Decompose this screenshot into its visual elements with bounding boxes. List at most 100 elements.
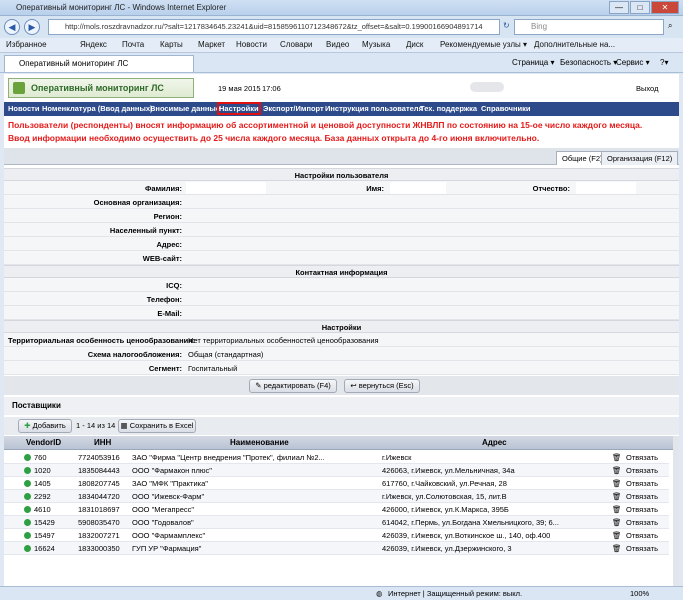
fav-mail[interactable]: Почта [122, 40, 144, 49]
unlink-button[interactable]: Отвязать [626, 492, 666, 501]
patronymic-field[interactable] [576, 182, 636, 194]
current-date: 19 мая 2015 [218, 84, 261, 93]
col-name[interactable]: Наименование [230, 438, 289, 447]
table-row[interactable]: 16624 1833000350 ГУП УР "Фармация" 426039, … [4, 542, 669, 555]
help-menu[interactable]: ?▾ [660, 58, 668, 67]
page-menu[interactable]: Страница ▾ [512, 58, 555, 67]
fav-addons[interactable]: Дополнительные на... [534, 40, 615, 49]
vendor-id: 15429 [34, 518, 55, 527]
lastname-field[interactable] [186, 182, 266, 194]
forward-arrow-icon[interactable]: ▶ [24, 19, 40, 35]
section-contact: Контактная информация [4, 265, 679, 278]
minimize-button[interactable]: — [609, 1, 629, 14]
trash-icon[interactable]: 🗑 [612, 544, 620, 553]
unlink-button[interactable]: Отвязать [626, 466, 666, 475]
unlink-button[interactable]: Отвязать [626, 453, 666, 462]
edit-button[interactable]: ✎ редактировать (F4) [249, 379, 337, 393]
vendor-id: 1405 [34, 479, 51, 488]
menu-references[interactable]: Справочники [481, 104, 530, 113]
close-button[interactable]: ✕ [651, 1, 679, 14]
status-dot-icon [24, 519, 31, 526]
trash-icon[interactable]: 🗑 [612, 505, 620, 514]
back-arrow-icon[interactable]: ◀ [4, 19, 20, 35]
fav-suggested-sites[interactable]: Рекомендуемые узлы ▾ [440, 40, 527, 49]
exit-link[interactable]: Выход [636, 84, 658, 93]
favorites-button[interactable]: Избранное [6, 40, 47, 49]
inn-value: 7724053916 [78, 453, 120, 462]
back-button[interactable]: ↩ вернуться (Esc) [344, 379, 420, 393]
current-time: 17:06 [262, 84, 281, 93]
col-vendorid[interactable]: VendorID [26, 438, 61, 447]
menu-nomenclature[interactable]: Номенклатура (Ввод данных) [42, 104, 153, 113]
fav-market[interactable]: Маркет [198, 40, 225, 49]
table-row[interactable]: 1020 1835084443 ООО "Фармакон плюс" 426063,… [4, 464, 669, 477]
url-input[interactable]: http://mols.roszdravnadzor.ru/?salt=1217… [48, 19, 500, 35]
supplier-address: г.Ижевск [382, 453, 412, 462]
favorites-bar: Избранное Яндекс Почта Карты Маркет Ново… [0, 38, 683, 53]
fav-disk[interactable]: Диск [406, 40, 423, 49]
trash-icon[interactable]: 🗑 [612, 518, 620, 527]
menu-support[interactable]: Тех. поддержка [420, 104, 477, 113]
supplier-address: 426063, г.Ижевск, ул.Мельничная, 34а [382, 466, 515, 475]
maximize-button[interactable]: □ [630, 1, 650, 14]
trash-icon[interactable]: 🗑 [612, 479, 620, 488]
fav-music[interactable]: Музыка [362, 40, 390, 49]
unlink-button[interactable]: Отвязать [626, 544, 666, 553]
section-settings: Настройки [4, 320, 679, 333]
col-address[interactable]: Адрес [482, 438, 507, 447]
vendor-id: 2292 [34, 492, 51, 501]
tab-organization[interactable]: Организация (F12) [601, 151, 679, 165]
browser-tab[interactable]: Оперативный мониторинг ЛС [4, 55, 194, 72]
supplier-address: г.Ижевск, ул.Солютовская, 15, лит.В [382, 492, 507, 501]
export-excel-button[interactable]: ▦ Сохранить в Excel [118, 419, 196, 433]
unlink-button[interactable]: Отвязать [626, 479, 666, 488]
territorial-value: Нет территориальных особенностей ценообр… [188, 336, 379, 345]
menu-user-guide[interactable]: Инструкция пользователя [325, 104, 423, 113]
tab-strip: Оперативный мониторинг ЛС Страница ▾ Без… [0, 53, 683, 73]
trash-icon[interactable]: 🗑 [612, 492, 620, 501]
table-row[interactable]: 4610 1831018697 ООО "Мегапресс" 426000, г.И… [4, 503, 669, 516]
trash-icon[interactable]: 🗑 [612, 453, 620, 462]
zoom-level[interactable]: 100% [630, 589, 649, 598]
inn-value: 1835084443 [78, 466, 120, 475]
unlink-button[interactable]: Отвязать [626, 531, 666, 540]
menu-settings[interactable]: Настройки [217, 102, 261, 115]
suppliers-toolbar: ✚ Добавить 1 - 14 из 14 ▦ Сохранить в Ex… [4, 417, 679, 435]
menu-entered-data[interactable]: Вносимые данные [150, 104, 220, 113]
table-row[interactable]: 15497 1832007271 ООО "Фармамплекс" 426039, … [4, 529, 669, 542]
grid-scrollbar[interactable] [673, 436, 679, 586]
add-supplier-button[interactable]: ✚ Добавить [18, 419, 72, 433]
fav-dictionaries[interactable]: Словари [280, 40, 313, 49]
menu-export-import[interactable]: Экспорт/Импорт [263, 104, 324, 113]
unlink-button[interactable]: Отвязать [626, 518, 666, 527]
unlink-button[interactable]: Отвязать [626, 505, 666, 514]
fav-yandex[interactable]: Яндекс [80, 40, 107, 49]
window-title: Оперативный мониторинг ЛС - Windows Inte… [16, 3, 227, 12]
fav-video[interactable]: Видео [326, 40, 349, 49]
fav-news[interactable]: Новости [236, 40, 267, 49]
lastname-label: Фамилия: [145, 184, 182, 193]
menu-news[interactable]: Новости [8, 104, 39, 113]
trash-icon[interactable]: 🗑 [612, 466, 620, 475]
refresh-icon[interactable]: ↻ [503, 21, 510, 30]
security-menu[interactable]: Безопасность ▾ [560, 58, 617, 67]
status-dot-icon [24, 545, 31, 552]
fav-maps[interactable]: Карты [160, 40, 183, 49]
table-row[interactable]: 15429 5908035470 ООО "Годовалов" 614042, г.… [4, 516, 669, 529]
supplier-name: ООО "Годовалов" [132, 518, 194, 527]
search-input[interactable]: Bing [514, 19, 664, 35]
table-row[interactable]: 1405 1808207745 ЗАО "МФК "Практика" 617760,… [4, 477, 669, 490]
table-row[interactable]: 2292 1834044720 ООО "Ижевск-Фарм" г.Ижевск,… [4, 490, 669, 503]
user-name-redacted [470, 82, 504, 92]
service-menu[interactable]: Сервис ▾ [616, 58, 650, 67]
status-bar: ◍ Интернет | Защищенный режим: выкл. 100… [0, 586, 683, 600]
vendor-id: 760 [34, 453, 47, 462]
trash-icon[interactable]: 🗑 [612, 531, 620, 540]
firstname-field[interactable] [390, 182, 446, 194]
email-label: E-Mail: [157, 309, 182, 318]
vendor-id: 15497 [34, 531, 55, 540]
inn-value: 1808207745 [78, 479, 120, 488]
search-icon[interactable]: ⌕ [668, 21, 672, 31]
col-inn[interactable]: ИНН [94, 438, 111, 447]
table-row[interactable]: 760 7724053916 ЗАО "Фирма "Центр внедрения… [4, 451, 669, 464]
